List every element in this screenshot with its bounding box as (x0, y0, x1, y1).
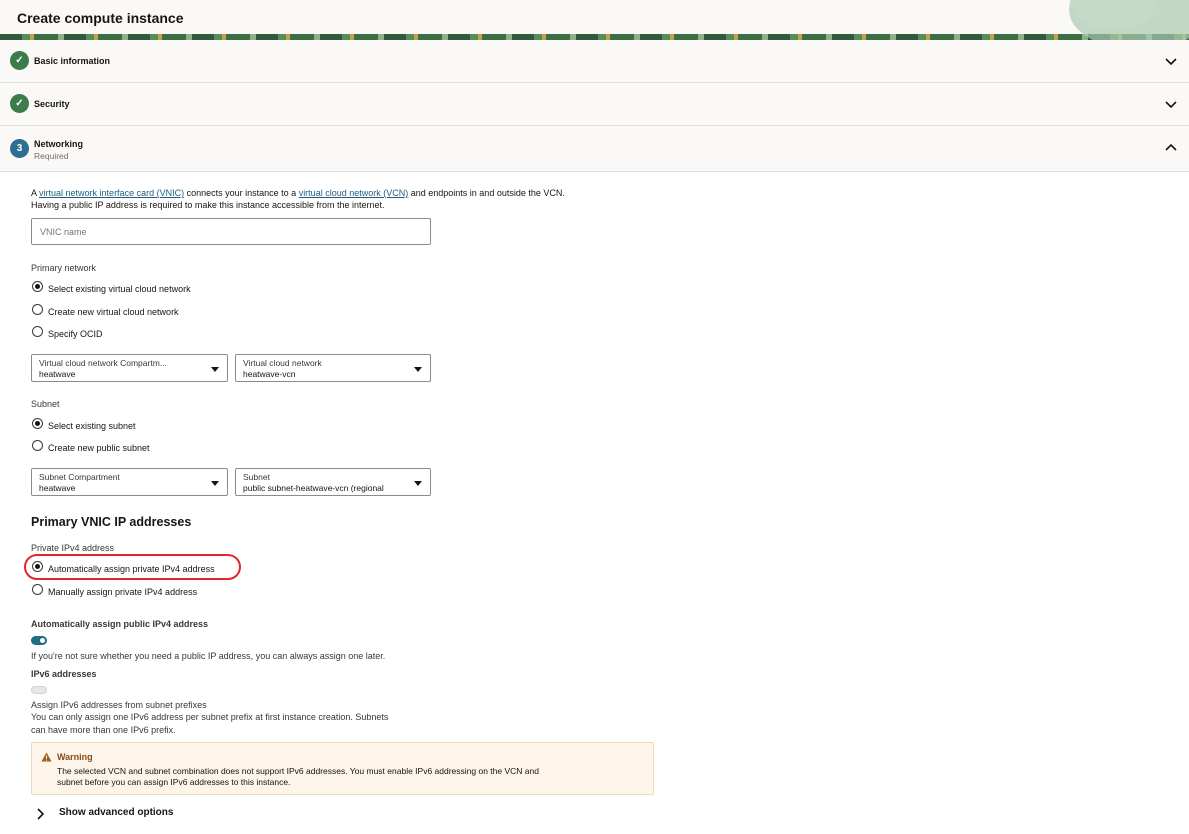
vcn-compartment-select[interactable]: Virtual cloud network Compartm... heatwa… (31, 354, 228, 382)
ip-addresses-heading: Primary VNIC IP addresses (31, 515, 192, 529)
select-label: Subnet (243, 472, 270, 482)
chevron-down-icon[interactable] (1165, 55, 1177, 67)
intro-text: A (31, 188, 37, 198)
networking-intro-line2: Having a public IP address is required t… (31, 200, 385, 210)
radio-create-public-subnet[interactable] (32, 440, 43, 451)
warning-text-line: subnet before you can assign IPv6 addres… (57, 777, 291, 787)
ipv6-help: You can only assign one IPv6 address per… (31, 712, 389, 722)
select-value: heatwave-vcn (243, 369, 296, 379)
private-ipv4-label: Private IPv4 address (31, 543, 115, 553)
page-header: Create compute instance (0, 0, 1189, 40)
subnet-compartment-select[interactable]: Subnet Compartment heatwave (31, 468, 228, 496)
section-title: Security (34, 99, 70, 109)
warning-icon (41, 752, 52, 762)
radio-auto-private-ipv4[interactable] (32, 561, 43, 572)
check-icon: ✓ (10, 51, 29, 70)
caret-down-icon (211, 481, 219, 486)
radio-label: Automatically assign private IPv4 addres… (48, 564, 215, 574)
section-networking[interactable]: 3 Networking Required (0, 126, 1189, 172)
select-value: heatwave (39, 483, 76, 493)
section-basic-information[interactable]: ✓ Basic information (0, 40, 1189, 83)
radio-specify-ocid[interactable] (32, 326, 43, 337)
subnet-select[interactable]: Subnet public subnet-heatwave-vcn (regio… (235, 468, 431, 496)
step-number-badge: 3 (10, 139, 29, 158)
select-label: Subnet Compartment (39, 472, 120, 482)
vnic-name-input[interactable] (31, 218, 431, 245)
radio-label: Create new public subnet (48, 443, 150, 453)
vnic-link[interactable]: virtual network interface card (VNIC) (39, 188, 184, 198)
radio-label: Manually assign private IPv4 address (48, 587, 198, 597)
warning-text-line: The selected VCN and subnet combination … (57, 766, 539, 776)
check-icon: ✓ (10, 94, 29, 113)
public-ipv4-toggle[interactable] (31, 636, 47, 645)
vcn-select[interactable]: Virtual cloud network heatwave-vcn (235, 354, 431, 382)
caret-down-icon (414, 481, 422, 486)
networking-intro: A virtual network interface card (VNIC) … (31, 187, 565, 199)
intro-text: connects your instance to a (186, 188, 297, 198)
show-advanced-options-toggle[interactable]: Show advanced options (35, 806, 195, 822)
intro-text: and endpoints in and outside the VCN. (410, 188, 565, 198)
ipv6-warning: Warning The selected VCN and subnet comb… (31, 742, 654, 795)
chevron-down-icon[interactable] (1165, 98, 1177, 110)
radio-label: Specify OCID (48, 329, 103, 339)
select-value: public subnet-heatwave-vcn (regional (243, 483, 384, 493)
public-ipv4-help: If you're not sure whether you need a pu… (31, 651, 386, 661)
primary-network-label: Primary network (31, 263, 97, 273)
chevron-up-icon[interactable] (1165, 142, 1177, 154)
radio-select-existing-subnet[interactable] (32, 418, 43, 429)
warning-text: The selected VCN and subnet combination … (57, 766, 637, 788)
select-label: Virtual cloud network (243, 358, 322, 368)
select-value: heatwave (39, 369, 76, 379)
ipv6-toggle-label: Assign IPv6 addresses from subnet prefix… (31, 700, 207, 710)
radio-label: Select existing subnet (48, 421, 136, 431)
page-title: Create compute instance (17, 10, 184, 26)
caret-down-icon (414, 367, 422, 372)
ipv6-label: IPv6 addresses (31, 669, 97, 679)
public-ipv4-label: Automatically assign public IPv4 address (31, 619, 209, 629)
warning-title: Warning (57, 752, 93, 762)
vcn-link[interactable]: virtual cloud network (VCN) (299, 188, 409, 198)
section-subtitle: Required (34, 151, 69, 161)
ipv6-toggle[interactable] (31, 686, 47, 694)
caret-down-icon (211, 367, 219, 372)
radio-manual-private-ipv4[interactable] (32, 584, 43, 595)
ipv6-help: can have more than one IPv6 prefix. (31, 725, 176, 735)
radio-select-existing-vcn[interactable] (32, 281, 43, 292)
radio-create-new-vcn[interactable] (32, 304, 43, 315)
section-title: Basic information (34, 56, 111, 66)
radio-label: Select existing virtual cloud network (48, 284, 191, 294)
radio-label: Create new virtual cloud network (48, 307, 179, 317)
subnet-label: Subnet (31, 399, 60, 409)
section-security[interactable]: ✓ Security (0, 83, 1189, 126)
show-advanced-options-label: Show advanced options (59, 807, 174, 818)
select-label: Virtual cloud network Compartm... (39, 358, 167, 368)
section-title: Networking (34, 139, 84, 149)
chevron-right-icon (37, 808, 45, 820)
